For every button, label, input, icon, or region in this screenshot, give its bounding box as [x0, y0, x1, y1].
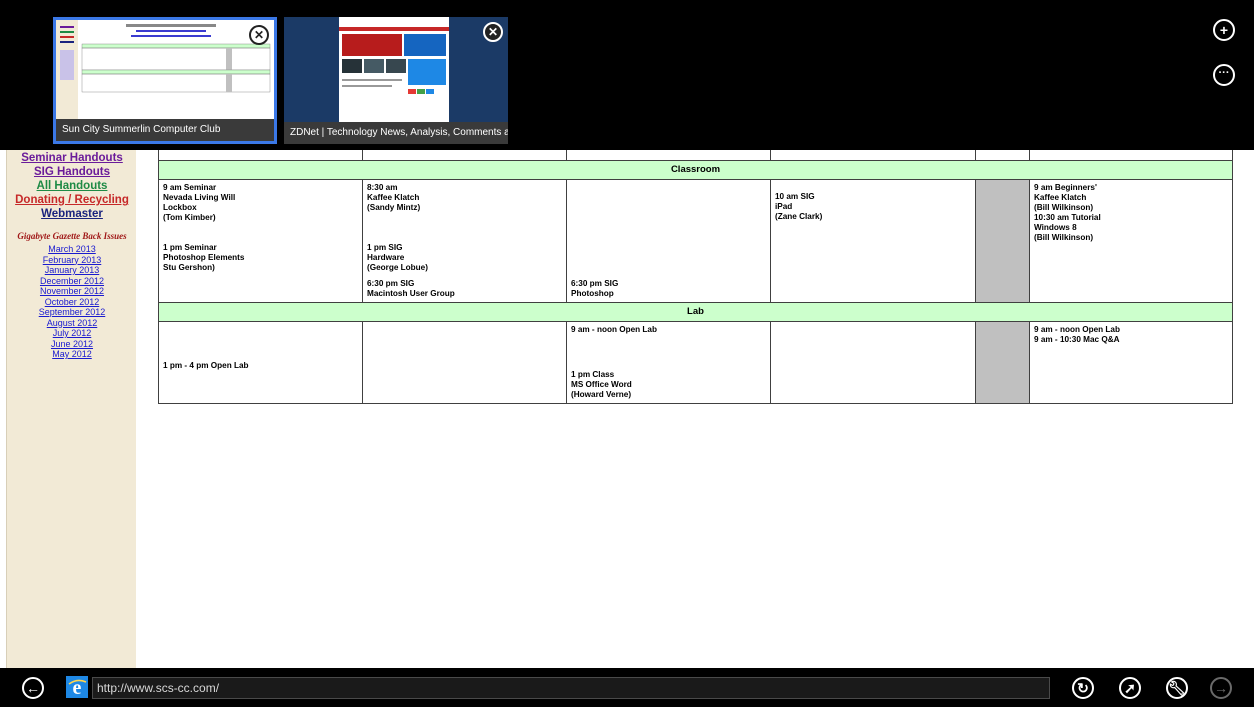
- wrench-icon: 🔧︎: [1168, 680, 1186, 696]
- address-bar-input[interactable]: http://www.scs-cc.com/: [92, 677, 1050, 699]
- sidebar-link-seminar-handouts[interactable]: Seminar Handouts: [7, 151, 137, 165]
- tab-title: ZDNet | Technology News, Analysis, Comme…: [284, 122, 508, 144]
- issue-link[interactable]: September 2012: [7, 307, 137, 318]
- lab-cell-gray: [975, 320, 1030, 404]
- table-row: [158, 150, 1233, 161]
- table-cell: [975, 150, 1030, 161]
- issue-link[interactable]: June 2012: [7, 339, 137, 350]
- back-button[interactable]: ←: [22, 677, 44, 699]
- refresh-button[interactable]: ↻: [1072, 677, 1094, 699]
- back-arrow-icon: ←: [26, 680, 40, 696]
- tab-title: Sun City Summerlin Computer Club: [56, 119, 274, 141]
- issue-link[interactable]: February 2013: [7, 255, 137, 266]
- table-cell: [566, 150, 771, 161]
- sidebar-link-sig-handouts[interactable]: SIG Handouts: [7, 165, 137, 179]
- gazette-issues-list: March 2013 February 2013 January 2013 De…: [7, 244, 137, 360]
- classroom-cell-2: 8:30 am Kaffee Klatch (Sandy Mintz) 1 pm…: [362, 178, 567, 303]
- tab-preview: [284, 17, 508, 122]
- issue-link[interactable]: November 2012: [7, 286, 137, 297]
- cell-text: 9 am Seminar Nevada Living Will Lockbox …: [163, 182, 245, 272]
- classroom-cell-3: 6:30 pm SIG Photoshop: [566, 178, 771, 303]
- cell-text: 6:30 pm SIG Photoshop: [571, 278, 619, 298]
- classroom-header: Classroom: [158, 159, 1233, 180]
- sidebar-links: Seminar Handouts SIG Handouts All Handou…: [7, 151, 137, 360]
- tab-switcher: ✕ Sun City Summerlin Computer Club ✕ ZDN…: [0, 0, 1254, 150]
- classroom-cell-gray: [975, 178, 1030, 303]
- lab-cell-4: [770, 320, 976, 404]
- cell-text: 9 am - noon Open Lab: [571, 324, 657, 334]
- issue-link[interactable]: July 2012: [7, 328, 137, 339]
- issue-link[interactable]: August 2012: [7, 318, 137, 329]
- pin-icon: ➚: [1124, 680, 1136, 696]
- issue-link[interactable]: October 2012: [7, 297, 137, 308]
- ie-logo-icon: e: [66, 676, 88, 698]
- tab-zdnet[interactable]: ✕ ZDNet | Technology News, Analysis, Com…: [284, 17, 508, 144]
- table-row: 1 pm - 4 pm Open Lab 9 am - noon Open La…: [158, 320, 1233, 404]
- lab-cell-6: 9 am - noon Open Lab 9 am - 10:30 Mac Q&…: [1029, 320, 1233, 404]
- sidebar-link-webmaster[interactable]: Webmaster: [7, 207, 137, 221]
- forward-arrow-icon: →: [1214, 680, 1228, 696]
- issue-link[interactable]: December 2012: [7, 276, 137, 287]
- tab-tools-button[interactable]: ···: [1213, 64, 1235, 86]
- tab-close-button[interactable]: ✕: [483, 22, 503, 42]
- pin-site-button[interactable]: ➚: [1119, 677, 1141, 699]
- issue-link[interactable]: March 2013: [7, 244, 137, 255]
- issue-link[interactable]: May 2012: [7, 349, 137, 360]
- table-cell: [770, 150, 976, 161]
- classroom-cell-4: 10 am SIG iPad (Zane Clark): [770, 178, 976, 303]
- table-cell: [362, 150, 567, 161]
- refresh-icon: ↻: [1077, 680, 1089, 696]
- classroom-cell-1: 9 am Seminar Nevada Living Will Lockbox …: [158, 178, 363, 303]
- sidebar-link-all-handouts[interactable]: All Handouts: [7, 179, 137, 193]
- ellipsis-circle-icon: ···: [1218, 67, 1230, 79]
- cell-text: 6:30 pm SIG Macintosh User Group: [367, 278, 455, 298]
- new-tab-button[interactable]: +: [1213, 19, 1235, 41]
- table-row: 9 am Seminar Nevada Living Will Lockbox …: [158, 178, 1233, 303]
- lab-cell-1: 1 pm - 4 pm Open Lab: [158, 320, 363, 404]
- table-cell: [158, 150, 363, 161]
- cell-text: 9 am - noon Open Lab 9 am - 10:30 Mac Q&…: [1034, 324, 1120, 344]
- page-tools-button[interactable]: 🔧︎: [1166, 677, 1188, 699]
- table-cell: [1029, 150, 1233, 161]
- lab-cell-2: [362, 320, 567, 404]
- sidebar-link-donating-recycling[interactable]: Donating / Recycling: [7, 193, 137, 207]
- classroom-cell-6: 9 am Beginners' Kaffee Klatch (Bill Wilk…: [1029, 178, 1233, 303]
- lab-cell-3: 9 am - noon Open Lab 1 pm Class MS Offic…: [566, 320, 771, 404]
- forward-button[interactable]: →: [1210, 677, 1232, 699]
- tab-preview: [56, 20, 274, 119]
- issue-link[interactable]: January 2013: [7, 265, 137, 276]
- gazette-back-issues-title: Gigabyte Gazette Back Issues: [17, 231, 127, 241]
- lab-header: Lab: [158, 301, 1233, 322]
- table-row: Classroom: [158, 159, 1233, 180]
- tab-close-button[interactable]: ✕: [249, 25, 269, 45]
- cell-text: 1 pm - 4 pm Open Lab: [163, 360, 249, 370]
- tab-sun-city[interactable]: ✕ Sun City Summerlin Computer Club: [53, 17, 277, 144]
- cell-text: 8:30 am Kaffee Klatch (Sandy Mintz) 1 pm…: [367, 182, 428, 272]
- schedule-table: Classroom 9 am Seminar Nevada Living Wil…: [158, 150, 1233, 404]
- cell-text: 9 am Beginners' Kaffee Klatch (Bill Wilk…: [1034, 182, 1101, 242]
- app-bar: ← e http://www.scs-cc.com/ ↻ ➚ 🔧︎ →: [0, 668, 1254, 707]
- table-row: Lab: [158, 301, 1233, 322]
- tab-preview-image: [56, 20, 274, 119]
- tab-preview-image: [284, 17, 508, 122]
- cell-text: 10 am SIG iPad (Zane Clark): [775, 191, 823, 221]
- plus-circle-icon: +: [1219, 22, 1229, 38]
- cell-text: 1 pm Class MS Office Word (Howard Verne): [571, 369, 632, 399]
